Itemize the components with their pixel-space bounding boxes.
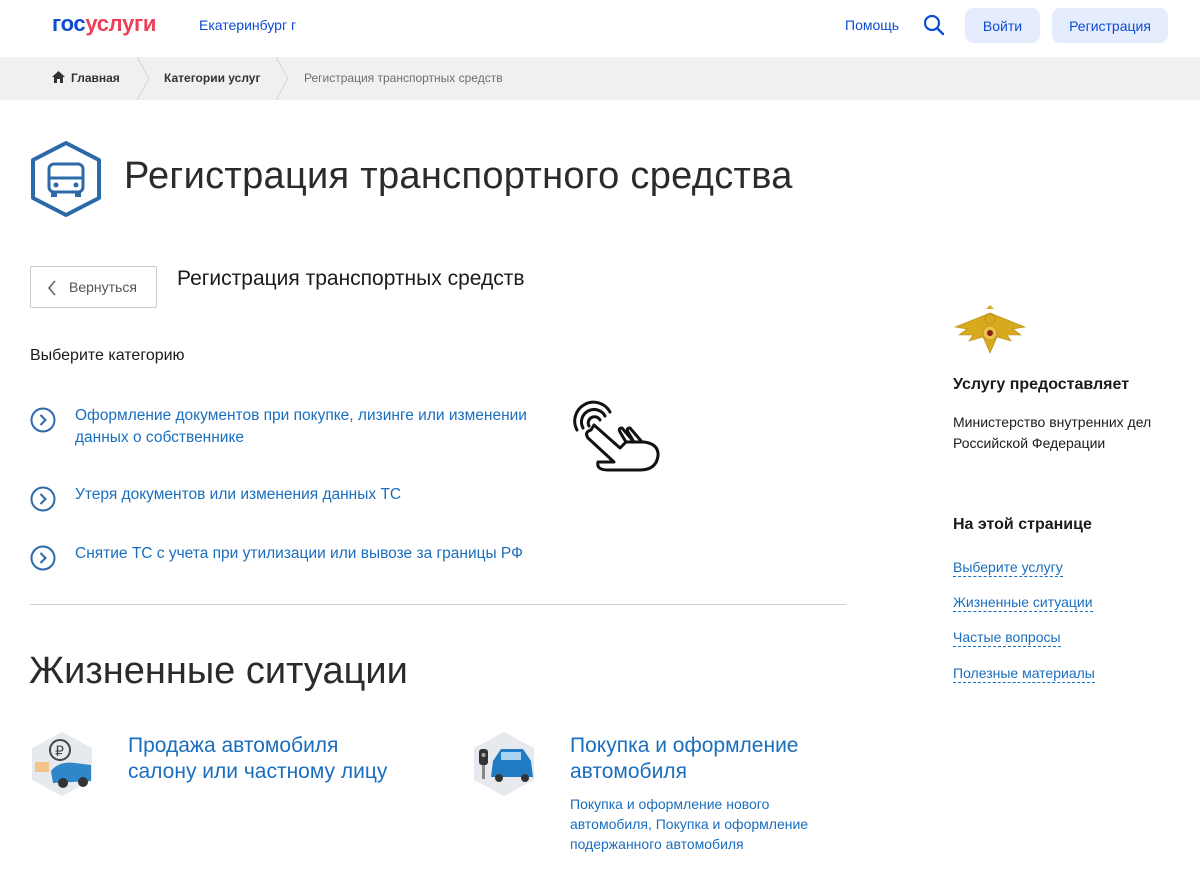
situation-purchase-title-line2: автомобиля [570, 760, 687, 783]
situation-sale-title-line1: Продажа автомобиля [128, 734, 339, 757]
situation-purchase-desc-line3: подержанного автомобиля [570, 836, 744, 852]
top-header: госуслуги Екатеринбург г Помощь Войти Ре… [0, 0, 1200, 56]
anchor-link-useful-materials[interactable]: Полезные материалы [953, 664, 1095, 683]
chevron-circle-icon [30, 486, 56, 512]
chevron-left-icon [47, 280, 56, 296]
life-situations-heading: Жизненные ситуации [29, 650, 408, 692]
breadcrumb-home[interactable]: Главная [71, 71, 120, 85]
car-sale-icon: ₽ [32, 732, 92, 796]
chevron-circle-icon [30, 545, 56, 571]
login-button[interactable]: Войти [965, 8, 1040, 43]
logo-part-uslugi: услуги [85, 11, 157, 36]
breadcrumb-separator [136, 57, 150, 100]
anchor-link-life-situations[interactable]: Жизненные ситуации [953, 593, 1093, 612]
back-button[interactable]: Вернуться [30, 266, 157, 308]
gosuslugi-logo[interactable]: госуслуги [52, 11, 156, 37]
on-this-page-heading: На этой странице [953, 516, 1092, 533]
situation-purchase-title-line1: Покупка и оформление [570, 734, 799, 757]
category-item-lost-documents[interactable]: Утеря документов или изменения данных ТС [30, 484, 590, 514]
mvd-emblem-icon [953, 305, 1027, 354]
city-selector[interactable]: Екатеринбург г [199, 17, 296, 33]
situation-purchase-title[interactable]: Покупка и оформление автомобиля [570, 733, 799, 785]
category-label: Утеря документов или изменения данных ТС [75, 486, 402, 503]
logo-part-gos: гос [52, 11, 86, 36]
situation-sale-title-line2: салону или частному лицу [128, 760, 388, 783]
anchor-link-choose-service[interactable]: Выберите услугу [953, 558, 1063, 577]
section-subtitle: Регистрация транспортных средств [177, 267, 525, 290]
section-divider [30, 604, 846, 605]
choose-category-label: Выберите категорию [30, 347, 185, 364]
help-link[interactable]: Помощь [845, 17, 899, 33]
car-category-icon [31, 141, 101, 217]
breadcrumb-separator [275, 57, 289, 100]
situation-purchase-description[interactable]: Покупка и оформление нового автомобиля, … [570, 794, 808, 854]
provider-heading: Услугу предоставляет [953, 376, 1130, 393]
provider-name-line2: Российской Федерации [953, 435, 1106, 451]
page-title: Регистрация транспортного средства [124, 155, 793, 197]
category-label-line2: данных о собственнике [75, 429, 245, 446]
chevron-circle-icon [30, 407, 56, 433]
provider-name: Министерство внутренних дел Российской Ф… [953, 412, 1183, 454]
home-icon [52, 71, 65, 83]
provider-name-line1: Министерство внутренних дел [953, 414, 1152, 430]
breadcrumb-categories[interactable]: Категории услуг [164, 71, 260, 85]
anchor-link-faq[interactable]: Частые вопросы [953, 628, 1061, 647]
back-button-label: Вернуться [69, 279, 137, 295]
svg-text:₽: ₽ [55, 744, 64, 760]
category-label-line1: Оформление документов при покупке, лизин… [75, 407, 527, 424]
situation-purchase-desc-line2: автомобиля, Покупка и оформление [570, 816, 809, 832]
breadcrumb: Главная Категории услуг Регистрация тран… [0, 57, 1200, 100]
category-item-deregistration[interactable]: Снятие ТС с учета при утилизации или выв… [30, 543, 590, 573]
situation-sale-title[interactable]: Продажа автомобиля салону или частному л… [128, 733, 387, 785]
category-item-documents-purchase[interactable]: Оформление документов при покупке, лизин… [30, 405, 590, 453]
search-icon[interactable] [922, 13, 946, 37]
category-label: Снятие ТС с учета при утилизации или выв… [75, 545, 523, 562]
register-button[interactable]: Регистрация [1052, 8, 1168, 43]
pointer-hand-icon [573, 400, 660, 472]
situation-purchase-desc-line1: Покупка и оформление нового [570, 796, 770, 812]
breadcrumb-current: Регистрация транспортных средств [304, 71, 503, 85]
car-purchase-icon [474, 732, 534, 796]
